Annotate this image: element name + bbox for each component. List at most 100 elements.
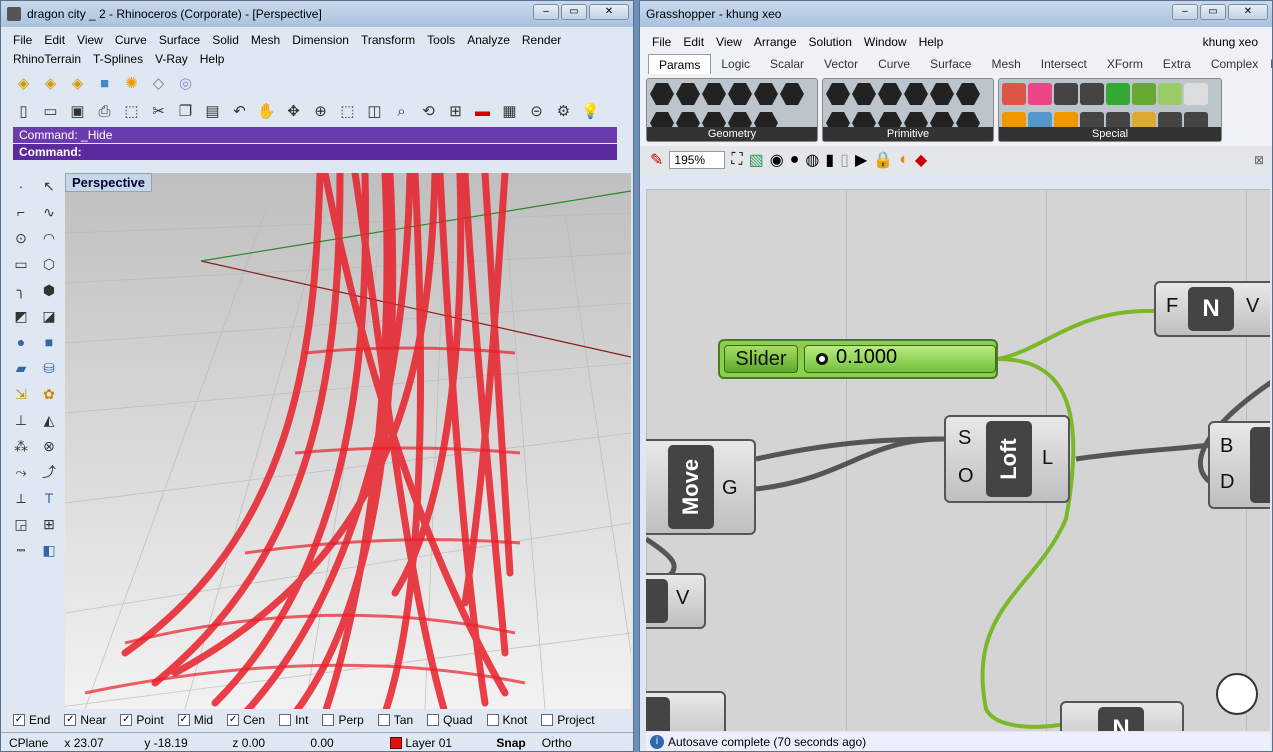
slider-grip[interactable] bbox=[816, 353, 828, 365]
loft-surface-icon[interactable]: ◪ bbox=[35, 303, 63, 329]
panel-icon[interactable] bbox=[1054, 83, 1078, 105]
osnap-perp[interactable]: Perp bbox=[322, 713, 364, 727]
gh-menu-view[interactable]: View bbox=[710, 33, 748, 52]
undo-view-icon[interactable]: ⟲ bbox=[416, 100, 441, 122]
tab-logic[interactable]: Logic bbox=[711, 54, 760, 74]
close-button[interactable]: ✕ bbox=[589, 4, 629, 20]
normal-input-f[interactable]: F bbox=[1166, 295, 1178, 318]
block-icon[interactable]: ◲ bbox=[7, 511, 35, 537]
osnap-mid[interactable]: ✓ Mid bbox=[177, 713, 213, 727]
bake-icon[interactable]: ◆ bbox=[915, 150, 927, 170]
box-param-icon[interactable] bbox=[650, 83, 674, 105]
copy-icon[interactable]: ❐ bbox=[173, 100, 198, 122]
osnap-quad[interactable]: Quad bbox=[427, 713, 473, 727]
offset-icon[interactable]: ⬢ bbox=[35, 277, 63, 303]
gh-menu-arrange[interactable]: Arrange bbox=[748, 33, 803, 52]
point-param-icon[interactable] bbox=[780, 83, 804, 105]
menu-render[interactable]: Render bbox=[516, 31, 567, 50]
vector-param-icon[interactable] bbox=[676, 83, 700, 105]
osnap-tan[interactable]: Tan bbox=[377, 713, 413, 727]
osnap-icon[interactable]: ⊝ bbox=[524, 100, 549, 122]
rectangle-icon[interactable]: ▭ bbox=[7, 251, 35, 277]
vray-render-icon[interactable]: ◈ bbox=[11, 72, 36, 94]
number-param-icon[interactable] bbox=[878, 83, 902, 105]
group-icon[interactable]: ⁂ bbox=[7, 433, 35, 459]
osnap-point-checkbox[interactable]: ✓ bbox=[120, 714, 133, 726]
gh-menu-help[interactable]: Help bbox=[913, 33, 950, 52]
gh-close-button[interactable]: ✕ bbox=[1228, 4, 1268, 20]
osnap-quad-checkbox[interactable] bbox=[427, 714, 440, 726]
preview-off-icon[interactable]: ● bbox=[790, 151, 800, 169]
menu-view[interactable]: View bbox=[71, 31, 109, 50]
osnap-project[interactable]: Project bbox=[541, 713, 595, 727]
vector-output-v[interactable]: V bbox=[676, 587, 689, 610]
zoom-icon[interactable]: ⊕ bbox=[308, 100, 333, 122]
trim-icon[interactable]: ⤳ bbox=[7, 459, 35, 485]
brush-icon[interactable]: ✎ bbox=[650, 150, 663, 170]
gh-menu-window[interactable]: Window bbox=[858, 33, 913, 52]
arc-icon[interactable]: ◠ bbox=[35, 225, 63, 251]
paste-icon[interactable]: ▤ bbox=[200, 100, 225, 122]
move-component[interactable]: G T Move G bbox=[646, 439, 756, 535]
osnap-perp-checkbox[interactable] bbox=[322, 714, 335, 726]
domain-param-icon[interactable] bbox=[904, 83, 928, 105]
render-cube-icon[interactable]: ◧ bbox=[35, 537, 63, 563]
vray-options-icon[interactable]: ◈ bbox=[38, 72, 63, 94]
osnap-project-checkbox[interactable] bbox=[541, 714, 554, 726]
tab-scalar[interactable]: Scalar bbox=[760, 54, 814, 74]
slider-component[interactable]: Slider 0.1000 bbox=[718, 339, 998, 379]
preview-shaded-icon[interactable]: ▮ bbox=[825, 150, 834, 170]
loft-input-s[interactable]: S bbox=[958, 427, 971, 450]
matrix-icon[interactable] bbox=[1106, 83, 1130, 105]
command-prompt[interactable]: Command: bbox=[13, 144, 617, 160]
menu-transform[interactable]: Transform bbox=[355, 31, 421, 50]
polyline-icon[interactable]: ⌐ bbox=[7, 199, 35, 225]
integer-param-icon[interactable] bbox=[852, 83, 876, 105]
rotate-view-icon[interactable]: ✥ bbox=[281, 100, 306, 122]
gh-maximize-button[interactable]: ▭ bbox=[1200, 4, 1226, 20]
menu-edit[interactable]: Edit bbox=[38, 31, 71, 50]
osnap-tan-checkbox[interactable] bbox=[377, 714, 390, 726]
cut-icon[interactable]: ✂ bbox=[146, 100, 171, 122]
minimize-button[interactable]: – bbox=[533, 4, 559, 20]
menu-file[interactable]: File bbox=[7, 31, 38, 50]
id-param-icon[interactable] bbox=[930, 83, 954, 105]
text-icon[interactable]: T bbox=[35, 485, 63, 511]
open-icon[interactable]: ▭ bbox=[38, 100, 63, 122]
run-icon[interactable]: ▶ bbox=[855, 150, 867, 170]
shader-param-icon[interactable] bbox=[956, 83, 980, 105]
toggle-icon[interactable] bbox=[1002, 83, 1026, 105]
car-icon[interactable]: ▬ bbox=[470, 100, 495, 122]
mesh-icon[interactable]: ▰ bbox=[7, 355, 35, 381]
pan-icon[interactable]: ✋ bbox=[254, 100, 279, 122]
line-param-icon[interactable] bbox=[728, 83, 752, 105]
ortho-toggle[interactable]: Ortho bbox=[534, 736, 580, 750]
dimension-icon[interactable]: ⟂ bbox=[7, 485, 35, 511]
array-icon[interactable]: ⊞ bbox=[35, 511, 63, 537]
snap-toggle[interactable]: Snap bbox=[488, 736, 533, 750]
gh-menu-edit[interactable]: Edit bbox=[677, 33, 710, 52]
tab-curve[interactable]: Curve bbox=[868, 54, 920, 74]
preview-wire-icon[interactable]: ◍ bbox=[805, 150, 819, 170]
right-component[interactable]: B D bbox=[1208, 421, 1270, 509]
perspective-viewport[interactable]: Perspective bbox=[65, 173, 631, 709]
right-input-b[interactable]: B bbox=[1220, 435, 1233, 458]
osnap-point[interactable]: ✓ Point bbox=[120, 713, 164, 727]
osnap-int-checkbox[interactable] bbox=[279, 714, 292, 726]
gh-minimize-button[interactable]: – bbox=[1172, 4, 1198, 20]
vray-frame-icon[interactable]: ◈ bbox=[65, 72, 90, 94]
graph-icon[interactable] bbox=[1080, 83, 1104, 105]
right-input-d[interactable]: D bbox=[1220, 471, 1234, 494]
osnap-end[interactable]: ✓ End bbox=[13, 713, 50, 727]
menu-curve[interactable]: Curve bbox=[109, 31, 153, 50]
osnap-knot[interactable]: Knot bbox=[486, 713, 527, 727]
loft-output-l[interactable]: L bbox=[1042, 447, 1053, 470]
normal-component-top[interactable]: F N V bbox=[1154, 281, 1270, 337]
menu-mesh[interactable]: Mesh bbox=[245, 31, 286, 50]
menu-analyze[interactable]: Analyze bbox=[461, 31, 516, 50]
gh-canvas[interactable]: Slider 0.1000 G T Move G S O Loft L F N … bbox=[646, 189, 1270, 731]
grid-icon[interactable]: ▦ bbox=[497, 100, 522, 122]
fillet-icon[interactable]: ╮ bbox=[7, 277, 35, 303]
gh-menu-file[interactable]: File bbox=[646, 33, 677, 52]
osnap-knot-checkbox[interactable] bbox=[486, 714, 499, 726]
